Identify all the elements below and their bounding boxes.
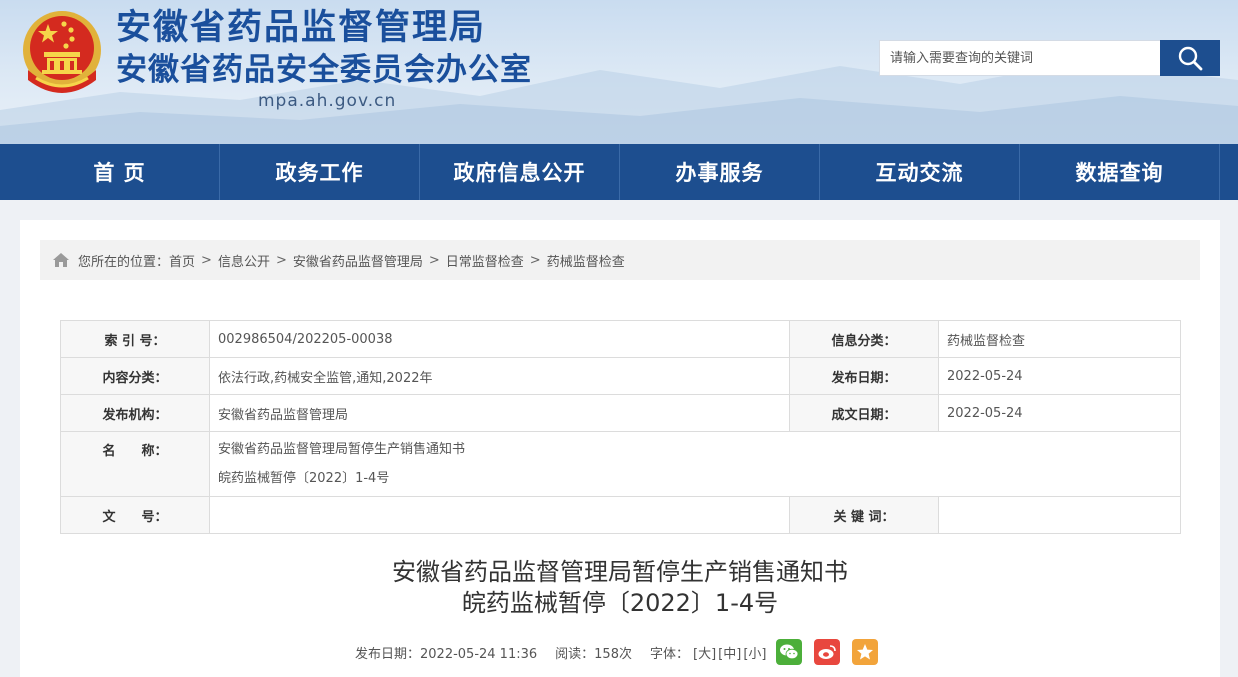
share-weibo-button[interactable] — [814, 639, 841, 665]
meta-label-index: 索 引 号： — [60, 320, 210, 358]
breadcrumb-item-home[interactable]: 首页 — [169, 251, 195, 270]
breadcrumb-separator: > — [529, 252, 541, 268]
site-title: 安徽省药品监督管理局 — [116, 8, 487, 48]
breadcrumb-item-info[interactable]: 信息公开 — [218, 251, 270, 270]
nav-item-home[interactable]: 首 页 — [20, 144, 219, 200]
meta-row: 名 称： 安徽省药品监督管理局暂停生产销售通知书 皖药监械暂停〔2022〕1-4… — [60, 431, 1181, 497]
meta-value-info-category: 药械监督检查 — [938, 320, 1181, 358]
meta-value-name: 安徽省药品监督管理局暂停生产销售通知书 皖药监械暂停〔2022〕1-4号 — [209, 431, 1181, 497]
breadcrumb-separator: > — [275, 252, 287, 268]
meta-value-index: 002986504/202205-00038 — [209, 320, 790, 358]
article-title: 安徽省药品监督管理局暂停生产销售通知书 皖药监械暂停〔2022〕1-4号 — [20, 557, 1220, 619]
nav-item-data-query[interactable]: 数据查询 — [1019, 144, 1220, 200]
breadcrumb-item-daily-inspection[interactable]: 日常监督检查 — [446, 251, 524, 270]
meta-value-doc-number — [209, 496, 790, 534]
font-large-button[interactable]: [大] — [693, 643, 716, 662]
nav-item-info-disclosure[interactable]: 政府信息公开 — [419, 144, 619, 200]
breadcrumb-item-bureau[interactable]: 安徽省药品监督管理局 — [293, 251, 423, 270]
home-icon — [53, 253, 69, 267]
star-icon — [857, 644, 874, 660]
font-small-button[interactable]: [小] — [743, 643, 766, 662]
font-size-label: 字体： — [649, 646, 689, 662]
search-icon — [1178, 46, 1203, 71]
meta-value-organization: 安徽省药品监督管理局 — [209, 394, 790, 432]
search-button[interactable] — [1160, 40, 1220, 76]
share-wechat-button[interactable] — [776, 639, 803, 665]
main-content: 您所在的位置： 首页 > 信息公开 > 安徽省药品监督管理局 > 日常监督检查 … — [20, 220, 1220, 677]
meta-name-line: 皖药监械暂停〔2022〕1-4号 — [218, 471, 390, 486]
breadcrumb-separator: > — [428, 252, 440, 268]
wechat-icon — [780, 644, 799, 660]
national-emblem-icon — [23, 11, 101, 93]
meta-value-created-date: 2022-05-24 — [938, 394, 1181, 432]
article-publish-date: 发布日期：2022-05-24 11:36 — [355, 646, 538, 662]
meta-label-created-date: 成文日期： — [789, 394, 939, 432]
nav-item-interaction[interactable]: 互动交流 — [819, 144, 1019, 200]
document-meta-table: 索 引 号： 002986504/202205-00038 信息分类： 药械监督… — [60, 320, 1181, 534]
breadcrumb-prefix: 您所在的位置： — [78, 254, 170, 270]
article-read-count: 阅读：158次 — [555, 646, 632, 662]
meta-label-name: 名 称： — [60, 431, 210, 497]
search-input[interactable] — [879, 40, 1161, 76]
meta-value-keywords — [938, 496, 1181, 534]
search-box — [879, 40, 1220, 76]
breadcrumb-separator: > — [201, 252, 212, 268]
weibo-icon — [818, 645, 837, 659]
site-domain: mpa.ah.gov.cn — [258, 91, 397, 111]
meta-label-info-category: 信息分类： — [789, 320, 939, 358]
meta-row: 索 引 号： 002986504/202205-00038 信息分类： 药械监督… — [60, 320, 1181, 358]
font-medium-button[interactable]: [中] — [718, 643, 741, 662]
meta-row: 内容分类： 依法行政,药械安全监管,通知,2022年 发布日期： 2022-05… — [60, 357, 1181, 395]
site-header: 安徽省药品监督管理局 安徽省药品安全委员会办公室 mpa.ah.gov.cn — [0, 0, 1238, 144]
meta-name-line: 安徽省药品监督管理局暂停生产销售通知书 — [218, 442, 466, 457]
article-meta: 发布日期：2022-05-24 11:36 阅读：158次 字体： [大] [中… — [355, 637, 879, 667]
meta-value-content-category: 依法行政,药械安全监管,通知,2022年 — [209, 357, 790, 395]
nav-item-services[interactable]: 办事服务 — [619, 144, 819, 200]
article-title-line: 安徽省药品监督管理局暂停生产销售通知书 — [392, 558, 848, 586]
main-nav: 首 页 政务工作 政府信息公开 办事服务 互动交流 数据查询 — [0, 144, 1238, 200]
nav-item-government-affairs[interactable]: 政务工作 — [219, 144, 419, 200]
favorite-button[interactable] — [852, 639, 879, 665]
meta-label-organization: 发布机构： — [60, 394, 210, 432]
meta-label-keywords: 关 键 词： — [789, 496, 939, 534]
meta-label-publish-date: 发布日期： — [789, 357, 939, 395]
site-subtitle: 安徽省药品安全委员会办公室 — [116, 52, 532, 88]
meta-value-publish-date: 2022-05-24 — [938, 357, 1181, 395]
meta-row: 发布机构： 安徽省药品监督管理局 成文日期： 2022-05-24 — [60, 394, 1181, 432]
breadcrumb-item-device-inspection[interactable]: 药械监督检查 — [547, 251, 625, 270]
breadcrumb: 您所在的位置： 首页 > 信息公开 > 安徽省药品监督管理局 > 日常监督检查 … — [40, 240, 1200, 280]
article-title-line: 皖药监械暂停〔2022〕1-4号 — [461, 589, 779, 617]
meta-row: 文 号： 关 键 词： — [60, 496, 1181, 534]
meta-label-content-category: 内容分类： — [60, 357, 210, 395]
meta-label-doc-number: 文 号： — [60, 496, 210, 534]
